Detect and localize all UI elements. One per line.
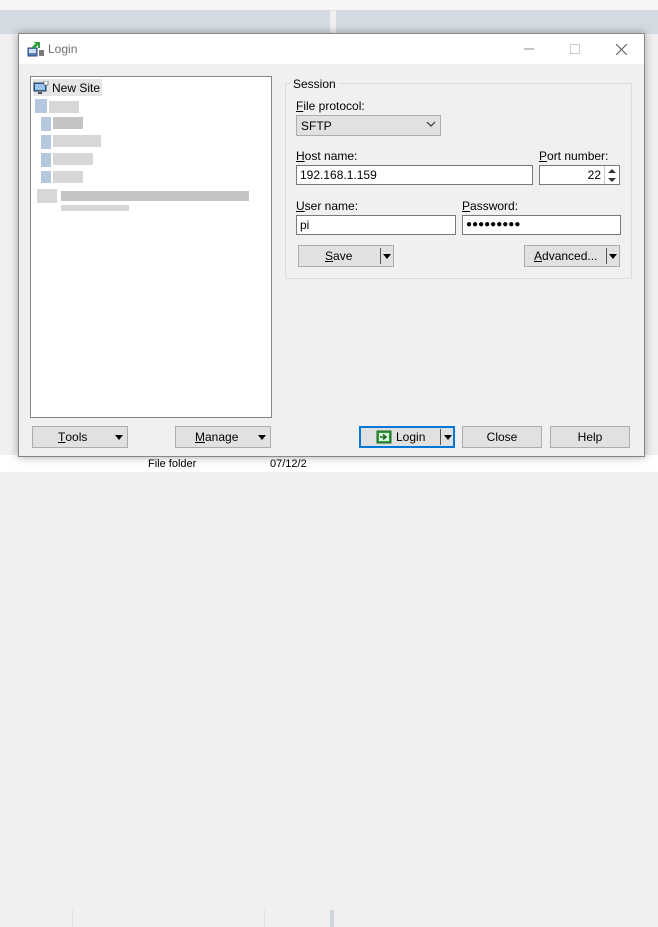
- split-divider: [380, 248, 381, 264]
- background-left-panel-header: [0, 10, 330, 34]
- obscured-folder-icon: [41, 153, 51, 167]
- file-protocol-value: SFTP: [301, 119, 332, 133]
- obscured-site-entry: [53, 153, 93, 165]
- close-icon: [615, 43, 627, 55]
- column-divider: [72, 910, 73, 927]
- user-name-label: User name:: [296, 199, 359, 213]
- obscured-folder-icon: [35, 99, 47, 113]
- session-group-title: Session: [290, 77, 339, 91]
- login-icon: [376, 430, 392, 444]
- port-number-value: 22: [587, 168, 601, 182]
- tools-button[interactable]: Tools: [32, 426, 128, 448]
- spin-up-icon[interactable]: [608, 169, 616, 173]
- manage-button[interactable]: Manage: [175, 426, 271, 448]
- panel-splitter[interactable]: [330, 910, 334, 927]
- port-number-input[interactable]: 22: [539, 165, 620, 185]
- port-number-spinner[interactable]: [604, 166, 619, 184]
- new-site-icon: [33, 80, 49, 94]
- dialog-title: Login: [48, 42, 78, 56]
- host-name-label: Host name:: [296, 149, 358, 163]
- site-tree[interactable]: New Site: [30, 76, 272, 418]
- maximize-button[interactable]: [552, 34, 598, 64]
- spin-down-icon[interactable]: [608, 178, 616, 182]
- minimize-button[interactable]: [506, 34, 552, 64]
- tree-item-label: New Site: [52, 80, 101, 95]
- obscured-site-entry: [61, 205, 129, 211]
- obscured-site-entry: [49, 101, 79, 113]
- dropdown-arrow-icon[interactable]: [383, 254, 391, 259]
- dropdown-arrow-icon[interactable]: [609, 254, 617, 259]
- save-button[interactable]: Save: [298, 245, 394, 267]
- minimize-icon: [524, 48, 534, 50]
- background-right-panel-header: [336, 10, 658, 34]
- close-window-button[interactable]: [598, 34, 644, 64]
- login-button[interactable]: Login: [359, 426, 455, 448]
- obscured-folder-icon: [41, 135, 51, 149]
- close-button[interactable]: Close: [462, 426, 542, 448]
- obscured-folder-icon: [37, 189, 57, 203]
- password-input[interactable]: ●●●●●●●●●: [462, 215, 621, 235]
- port-number-label: Port number:: [539, 149, 609, 163]
- maximize-icon: [570, 44, 580, 54]
- dropdown-arrow-icon: [115, 435, 123, 440]
- split-divider: [440, 429, 441, 445]
- host-name-input[interactable]: 192.168.1.159: [296, 165, 533, 185]
- obscured-folder-icon: [41, 117, 51, 131]
- file-protocol-select[interactable]: SFTP: [296, 115, 441, 136]
- advanced-button[interactable]: Advanced...: [524, 245, 620, 267]
- obscured-folder-icon: [41, 171, 51, 183]
- file-date-cell: 07/12/2: [270, 458, 307, 470]
- split-divider: [606, 248, 607, 264]
- login-dialog: Login New Site Session File protocol: SF…: [18, 33, 645, 457]
- title-bar[interactable]: Login: [19, 34, 644, 64]
- column-divider: [264, 910, 265, 927]
- file-type-cell: File folder: [148, 458, 197, 470]
- obscured-site-entry: [53, 171, 83, 183]
- password-label: Password:: [462, 199, 519, 213]
- user-name-input[interactable]: pi: [296, 215, 456, 235]
- file-protocol-label: File protocol:: [296, 99, 365, 113]
- chevron-down-icon: [426, 121, 436, 127]
- obscured-site-entry: [61, 191, 249, 201]
- obscured-site-entry: [53, 117, 83, 129]
- dropdown-arrow-icon: [258, 435, 266, 440]
- tree-item-new-site[interactable]: New Site: [33, 79, 103, 96]
- help-button[interactable]: Help: [550, 426, 630, 448]
- background-file-list: [0, 455, 658, 927]
- obscured-site-entry: [53, 135, 101, 147]
- winscp-app-icon: [27, 42, 44, 57]
- dropdown-arrow-icon[interactable]: [444, 435, 452, 440]
